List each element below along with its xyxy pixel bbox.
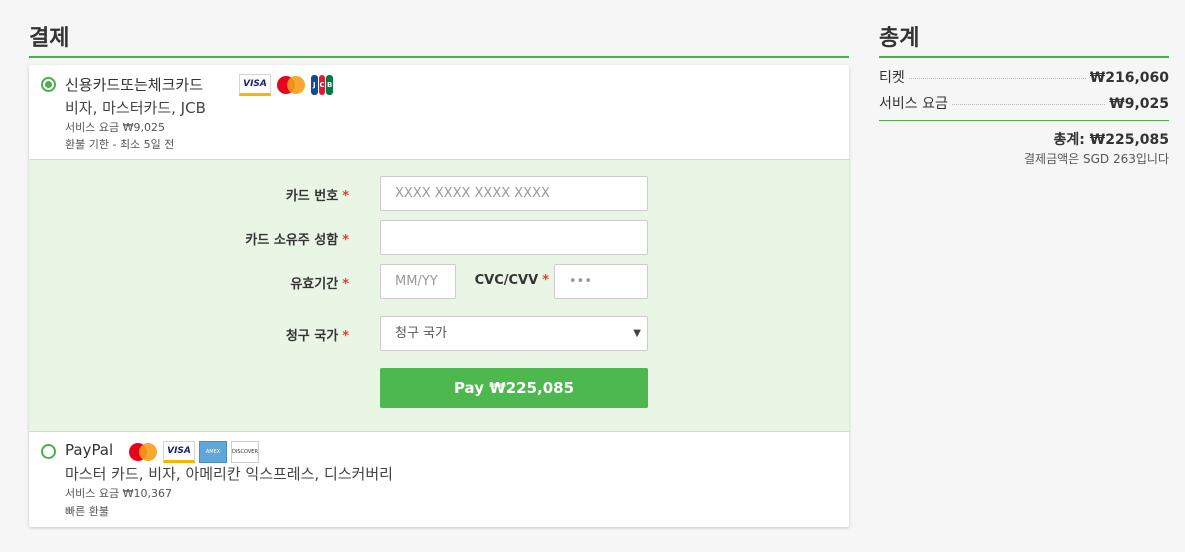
summary-row-value: ₩216,060 [1089,70,1169,86]
card-number-label: 카드 번호 * [285,189,349,204]
billing-country-value: 청구 국가 [395,326,447,341]
credit-card-radio[interactable] [41,77,56,92]
summary-currency-note: 결제금액은 SGD 263입니다 [1023,152,1169,166]
paypal-fee: 서비스 요금 ₩10,367 [65,487,172,500]
paypal-option[interactable]: PayPal VISA AMEX DISCOVER 마스터 카드, 비자, 아메… [29,432,849,527]
paypal-refund: 빠른 환불 [65,505,109,518]
summary-total: 총계: ₩225,085 [1053,132,1169,148]
summary-row-label: 서비스 요금 [879,96,948,112]
visa-logo: VISA [239,74,271,96]
summary-row-ticket: 티켓 ₩216,060 [879,67,1169,87]
card-number-input[interactable] [380,176,648,211]
dotted-leader [951,104,1106,105]
billing-country-select[interactable]: 청구 국가 ▼ [380,316,648,351]
expiry-label: 유효기간 * [290,277,349,292]
amex-logo: AMEX [199,441,227,463]
paypal-title: PayPal [65,441,114,459]
summary-divider [879,120,1169,121]
cardholder-name-label: 카드 소유주 성함 * [245,233,349,248]
visa-logo: VISA [163,441,195,463]
dropdown-arrow-icon: ▼ [633,328,641,339]
card-form: 카드 번호* 카드 소유주 성함* 유효기간* CVC/CVV* 청구 국가* … [29,159,849,432]
paypal-radio[interactable] [41,444,56,459]
jcb-logo: JCB [311,74,334,96]
credit-card-logos: VISA JCB [239,74,334,96]
credit-card-option[interactable]: 신용카드또는체크카드 VISA JCB 비자, 마스터카드, JCB 서비스 요… [29,65,849,159]
billing-country-label: 청구 국가 * [285,329,349,344]
paypal-logos: VISA AMEX DISCOVER [127,441,259,463]
payment-methods-card: 신용카드또는체크카드 VISA JCB 비자, 마스터카드, JCB 서비스 요… [29,65,849,527]
paypal-networks: 마스터 카드, 비자, 아메리칸 익스프레스, 디스커버리 [65,465,393,483]
summary-row-service-fee: 서비스 요금 ₩9,025 [879,93,1169,113]
credit-card-title: 신용카드또는체크카드 [65,76,204,94]
cvc-label: CVC/CVV * [474,273,549,288]
summary-heading: 총계 [879,20,1169,58]
credit-card-refund: 환불 기한 - 최소 5일 전 [65,138,175,151]
pay-button[interactable]: Pay ₩225,085 [380,368,648,408]
summary-row-value: ₩9,025 [1109,96,1169,112]
summary-row-label: 티켓 [879,70,905,86]
cardholder-name-input[interactable] [380,220,648,255]
expiry-input[interactable] [380,264,456,299]
credit-card-fee: 서비스 요금 ₩9,025 [65,121,165,134]
discover-logo: DISCOVER [231,441,259,463]
checkout-heading: 결제 [29,20,849,58]
mastercard-logo [275,74,307,96]
cvc-input[interactable] [554,264,648,299]
dotted-leader [908,78,1086,79]
credit-card-networks: 비자, 마스터카드, JCB [65,99,206,117]
mastercard-logo [127,441,159,463]
